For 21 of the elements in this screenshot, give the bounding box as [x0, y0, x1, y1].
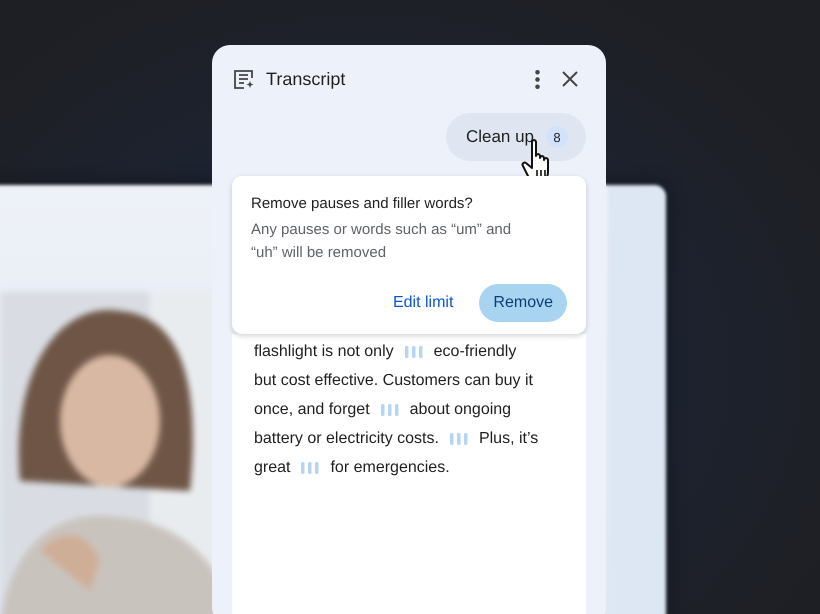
transcript-text: eco-friendly: [434, 342, 516, 360]
transcript-text: battery or electricity costs.: [254, 430, 439, 448]
transcript-text: once, and forget: [254, 400, 370, 418]
pause-marker-icon: [300, 462, 320, 474]
transcript-text: flashlight is not only: [254, 342, 394, 360]
transcript-icon: [232, 67, 256, 91]
edit-limit-button[interactable]: Edit limit: [378, 284, 468, 322]
dialog-message: Any pauses or words such as “um” and “uh” will be removed: [251, 220, 512, 263]
transcript-text: Plus, it’s: [478, 430, 538, 448]
transcript-text: about ongoing: [410, 400, 512, 418]
more-vert-icon: [535, 70, 540, 88]
dialog-title: Remove pauses and filler words?: [251, 195, 474, 212]
pause-marker-icon: [380, 404, 400, 416]
transcript-text: for emergencies.: [330, 458, 450, 476]
count-badge: 8: [546, 126, 568, 148]
transcript-text: but cost effective. Customers can buy it: [254, 372, 533, 390]
pause-marker-icon: [404, 346, 424, 358]
transcript-text: great: [254, 458, 290, 476]
pause-marker-icon: [448, 432, 469, 444]
remove-button[interactable]: Remove: [479, 284, 567, 322]
panel-title: Transcript: [266, 68, 346, 90]
